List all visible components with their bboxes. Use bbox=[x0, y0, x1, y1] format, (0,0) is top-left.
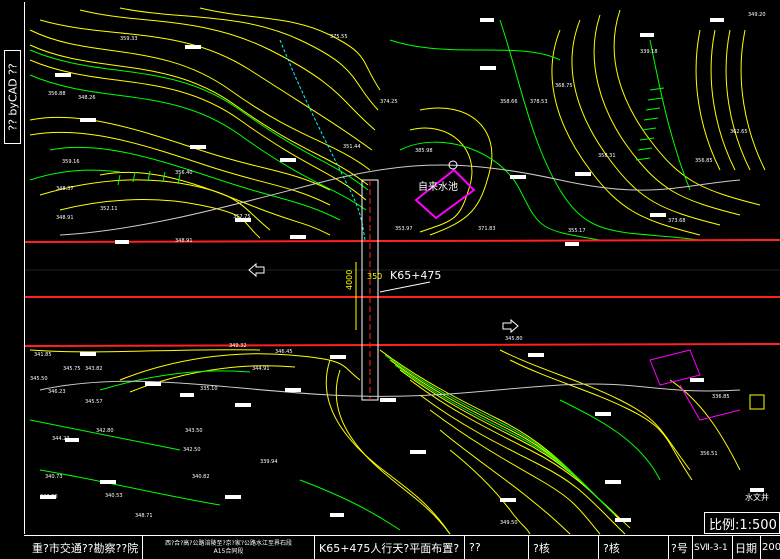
svg-text:348.91: 348.91 bbox=[175, 238, 193, 244]
svg-text:339.94: 339.94 bbox=[260, 459, 278, 465]
approver-label: ?核 bbox=[603, 541, 620, 555]
designer-cell: ?? bbox=[464, 536, 528, 559]
svg-text:348.91: 348.91 bbox=[56, 215, 74, 221]
svg-text:385.98: 385.98 bbox=[415, 148, 433, 154]
date-cell: 2003.12 bbox=[760, 536, 780, 559]
svg-text:349.50: 349.50 bbox=[500, 520, 518, 526]
survey-marker bbox=[749, 394, 765, 410]
svg-text:340.53: 340.53 bbox=[105, 493, 123, 499]
checker-label: ?核 bbox=[533, 541, 550, 555]
svg-text:356.88: 356.88 bbox=[48, 91, 66, 97]
designer-label: ?? bbox=[469, 541, 481, 554]
svg-text:336.85: 336.85 bbox=[712, 394, 730, 400]
svg-text:339.18: 339.18 bbox=[640, 49, 658, 55]
svg-text:345.75: 345.75 bbox=[63, 366, 81, 372]
project-line-2: A15合同段 bbox=[213, 547, 244, 555]
svg-text:345.57: 345.57 bbox=[85, 399, 103, 405]
lower-building bbox=[649, 349, 741, 421]
svg-text:353.97: 353.97 bbox=[395, 226, 413, 232]
svg-text:340.73: 340.73 bbox=[45, 474, 63, 480]
svg-text:345.80: 345.80 bbox=[505, 336, 523, 342]
svg-text:343.82: 343.82 bbox=[85, 366, 103, 372]
svg-text:342.80: 342.80 bbox=[96, 428, 114, 434]
date-label: 日期 bbox=[735, 541, 757, 555]
checker-cell: ?核 bbox=[528, 536, 598, 559]
svg-text:335.10: 335.10 bbox=[200, 386, 218, 392]
svg-text:371.83: 371.83 bbox=[478, 226, 496, 232]
side-tab-label: ?? byCAD ?? bbox=[6, 63, 19, 131]
dim-length-label: 350 bbox=[367, 272, 382, 281]
svg-text:359.33: 359.33 bbox=[120, 36, 138, 42]
svg-text:351.44: 351.44 bbox=[343, 144, 361, 150]
svg-text:344.91: 344.91 bbox=[252, 366, 270, 372]
drawing-title: K65+475人行天?平面布置? bbox=[319, 541, 460, 555]
station-label: K65+475 bbox=[390, 269, 441, 282]
svg-text:362.65: 362.65 bbox=[730, 129, 748, 135]
svg-text:342.00: 342.00 bbox=[40, 494, 58, 500]
svg-text:356.85: 356.85 bbox=[695, 158, 713, 164]
water-tank-label: 自来水池 bbox=[418, 180, 458, 193]
svg-text:355.17: 355.17 bbox=[568, 228, 586, 234]
svg-text:356.40: 356.40 bbox=[175, 170, 193, 176]
project-line-1: 西?合?高?公路涪陵至?京?家?公路水江至界石段 bbox=[164, 539, 293, 547]
date-value: 2003.12 bbox=[762, 542, 780, 553]
highway-road bbox=[24, 239, 780, 347]
side-tab[interactable]: ?? byCAD ?? bbox=[4, 50, 21, 144]
svg-text:349.20: 349.20 bbox=[748, 12, 766, 18]
svg-text:342.50: 342.50 bbox=[183, 447, 201, 453]
svg-text:358.31: 358.31 bbox=[598, 153, 616, 159]
svg-text:340.82: 340.82 bbox=[192, 474, 210, 480]
project-cell: 西?合?高?公路涪陵至?京?家?公路水江至界石段 A15合同段 bbox=[142, 536, 314, 559]
drawing-no-label: ?号 bbox=[671, 541, 688, 555]
scale-label: 比例:1:500 bbox=[709, 517, 777, 533]
svg-text:375.55: 375.55 bbox=[330, 34, 348, 40]
svg-text:345.50: 345.50 bbox=[30, 376, 48, 382]
drawing-no-label-cell: ?号 bbox=[668, 536, 692, 559]
svg-text:352.11: 352.11 bbox=[100, 206, 118, 212]
svg-text:343.50: 343.50 bbox=[185, 428, 203, 434]
svg-text:344.23: 344.23 bbox=[52, 436, 70, 442]
svg-text:346.45: 346.45 bbox=[275, 349, 293, 355]
svg-text:356.51: 356.51 bbox=[700, 451, 718, 457]
approver-cell: ?核 bbox=[598, 536, 668, 559]
svg-text:374.25: 374.25 bbox=[380, 99, 398, 105]
scale-box: 比例:1:500 bbox=[704, 512, 780, 534]
svg-text:378.53: 378.53 bbox=[530, 99, 548, 105]
company-cell: 重?市交通??勘察??院 bbox=[24, 536, 142, 559]
svg-text:359.16: 359.16 bbox=[62, 159, 80, 165]
svg-text:348.26: 348.26 bbox=[78, 95, 96, 101]
cad-drawing-canvas[interactable]: K65+475 4000 350 自来水池 349.20 375.55 374.… bbox=[0, 0, 780, 558]
svg-text:368.75: 368.75 bbox=[555, 83, 573, 89]
svg-text:348.37: 348.37 bbox=[56, 186, 74, 192]
svg-text:341.85: 341.85 bbox=[34, 352, 52, 358]
svg-text:373.68: 373.68 bbox=[668, 218, 686, 224]
svg-text:349.32: 349.32 bbox=[229, 343, 247, 349]
svg-text:358.66: 358.66 bbox=[500, 99, 518, 105]
stream-line bbox=[279, 39, 366, 241]
dim-width-label: 4000 bbox=[345, 270, 354, 290]
date-label-cell: 日期 bbox=[732, 536, 760, 559]
title-block: 重?市交通??勘察??院 西?合?高?公路涪陵至?京?家?公路水江至界石段 A1… bbox=[24, 535, 780, 559]
svg-text:346.23: 346.23 bbox=[48, 389, 66, 395]
drawing-no: SⅦ-3-1 bbox=[694, 542, 728, 553]
bottom-right-label: 水文井 bbox=[745, 492, 769, 502]
svg-text:357.75: 357.75 bbox=[233, 214, 251, 220]
lower-yellow-contours bbox=[29, 349, 741, 535]
svg-text:348.71: 348.71 bbox=[135, 513, 153, 519]
frame-border-left bbox=[24, 2, 25, 534]
drawing-no-cell: SⅦ-3-1 bbox=[692, 536, 732, 559]
drawing-title-cell: K65+475人行天?平面布置? bbox=[314, 536, 464, 559]
company-name: 重?市交通??勘察??院 bbox=[32, 541, 139, 555]
